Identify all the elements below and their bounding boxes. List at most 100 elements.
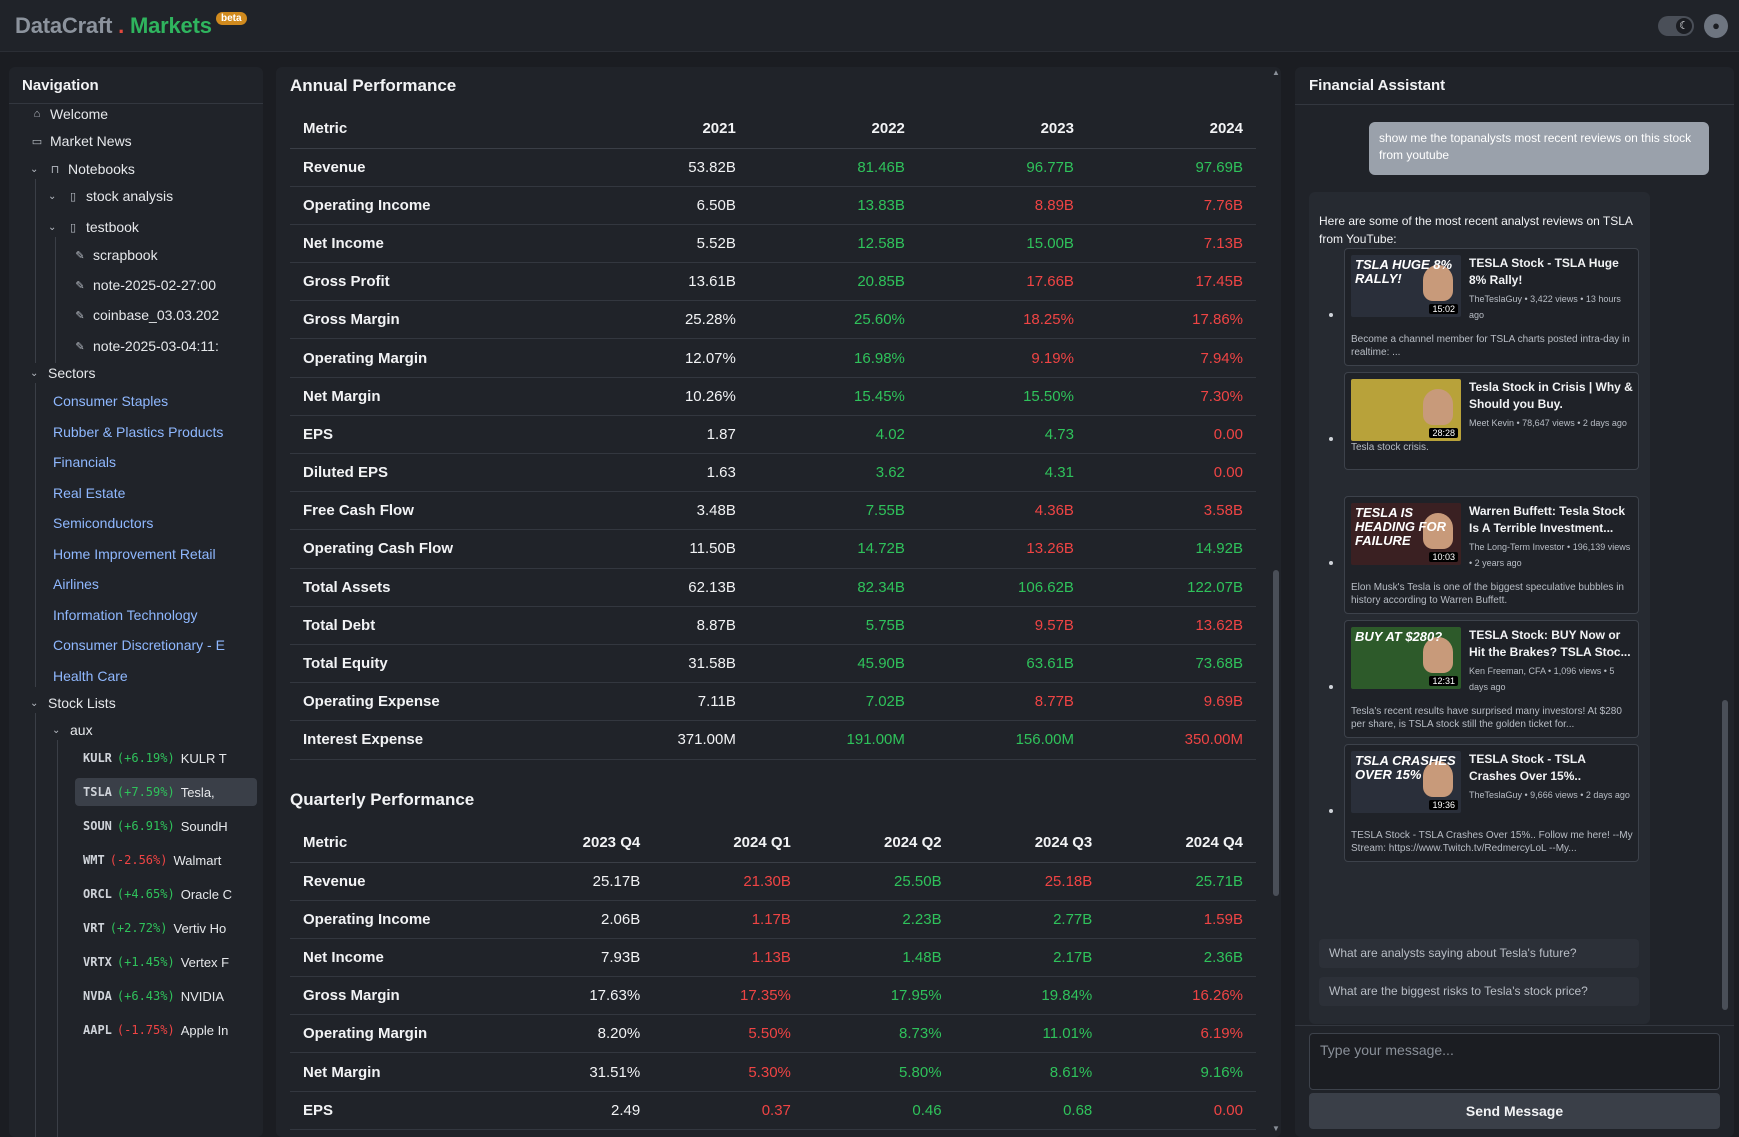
- tree-line: [55, 237, 56, 363]
- main-scrollbar[interactable]: [1273, 570, 1279, 896]
- suggestion-chip[interactable]: What are analysts saying about Tesla's f…: [1319, 939, 1639, 968]
- metric-value: 2.23B: [803, 900, 955, 939]
- sector-link[interactable]: Rubber & Plastics Products: [53, 424, 237, 440]
- metric-value: 14.72B: [748, 529, 918, 569]
- metric-value: 8.61%: [954, 1052, 1106, 1092]
- metric-value: 25.28%: [579, 300, 749, 340]
- metric-value: 17.66B: [917, 262, 1087, 302]
- table-row: Total Debt 8.87B 5.75B 9.57B 13.62B: [290, 606, 1256, 645]
- stock-list-item[interactable]: WMT (-2.56%) Walmart: [75, 846, 257, 874]
- sector-link[interactable]: Financials: [53, 454, 237, 470]
- nav-item-aux[interactable]: ⌄ aux: [52, 722, 93, 738]
- stock-name: Apple In: [180, 1022, 229, 1038]
- user-icon[interactable]: ●: [1704, 14, 1728, 38]
- video-card[interactable]: TESLA IS HEADING FOR FAILURE 10:03 Warren …: [1344, 496, 1639, 614]
- sector-link[interactable]: Semiconductors: [53, 515, 237, 531]
- video-title[interactable]: TESLA Stock: BUY Now or Hit the Brakes? …: [1469, 627, 1635, 661]
- video-thumbnail[interactable]: TESLA IS HEADING FOR FAILURE 10:03: [1351, 503, 1461, 565]
- video-thumbnail[interactable]: TSLA HUGE 8% RALLY! 15:02: [1351, 255, 1461, 317]
- metric-value: 15.00B: [917, 224, 1087, 264]
- metric-value: 15.50%: [917, 377, 1087, 416]
- metric-value: 17.45B: [1086, 262, 1256, 302]
- sector-link[interactable]: Health Care: [53, 668, 237, 684]
- nav-item-label: Sectors: [48, 365, 96, 381]
- video-card[interactable]: 28:28 Tesla Stock in Crisis | Why & Shoul…: [1344, 372, 1639, 470]
- metric-value: 45.90B: [748, 644, 918, 684]
- video-title[interactable]: Warren Buffett: Tesla Stock Is A Terribl…: [1469, 503, 1635, 537]
- sector-link[interactable]: Home Improvement Retail: [53, 546, 237, 562]
- nav-item-stock-lists[interactable]: ⌄ Stock Lists: [30, 695, 116, 711]
- metric-value: 2.49: [502, 1091, 654, 1130]
- metric-value: 9.69B: [1086, 682, 1256, 722]
- note-item[interactable]: ✎ note-2025-03-04:11:: [73, 338, 219, 354]
- note-label: note-2025-03-04:11:: [93, 338, 219, 354]
- stock-list-item[interactable]: VRTX (+1.45%) Vertex F: [75, 948, 257, 976]
- metric-value: 1.17B: [653, 900, 804, 939]
- stock-list-item[interactable]: KULR (+6.19%) KULR T: [75, 744, 257, 772]
- sector-link[interactable]: Real Estate: [53, 485, 237, 501]
- video-title[interactable]: Tesla Stock in Crisis | Why & Should you…: [1469, 379, 1635, 413]
- metric-value: 25.60%: [748, 300, 918, 340]
- tree-line: [57, 740, 58, 1137]
- nav-item-testbook[interactable]: ⌄ ▯ testbook: [48, 219, 139, 235]
- send-message-button[interactable]: Send Message: [1309, 1093, 1720, 1129]
- table-row: EPS 1.87 4.02 4.73 0.00: [290, 415, 1256, 455]
- assistant-scrollbar[interactable]: [1722, 700, 1728, 1010]
- note-item[interactable]: ✎ coinbase_03.03.202: [73, 307, 219, 323]
- metric-value: 7.02B: [748, 682, 918, 722]
- table-row: Total Equity 31.58B 45.90B 63.61B 73.68B: [290, 644, 1256, 684]
- video-thumbnail[interactable]: TSLA CRASHES OVER 15% 19:36: [1351, 751, 1461, 813]
- metric-value: 15.45%: [748, 377, 918, 416]
- stock-list-item[interactable]: VRT (+2.72%) Vertiv Ho: [75, 914, 257, 942]
- table-row: Operating Income 2.06B 1.17B 2.23B 2.77B 1.59…: [290, 900, 1256, 939]
- stock-list-item[interactable]: AAPL (-1.75%) Apple In: [75, 1016, 257, 1044]
- message-input[interactable]: [1309, 1033, 1720, 1090]
- table-row: Gross Margin 25.28% 25.60% 18.25% 17.86%: [290, 300, 1256, 340]
- note-item[interactable]: ✎ scrapbook: [73, 247, 158, 263]
- theme-toggle[interactable]: ☾: [1658, 16, 1694, 36]
- nav-item-stock-analysis[interactable]: ⌄ ▯ stock analysis: [48, 188, 173, 204]
- scroll-down-arrow[interactable]: ▼: [1272, 1124, 1280, 1133]
- stock-list-item[interactable]: ORCL (+4.65%) Oracle C: [75, 880, 257, 908]
- table-row: Free Cash Flow 3.48B 7.55B 4.36B 3.58B: [290, 491, 1256, 531]
- metric-value: 4.73: [917, 415, 1087, 455]
- nav-item-sectors[interactable]: ⌄ Sectors: [30, 365, 95, 381]
- financial-assistant-panel: Financial Assistant show me the topanaly…: [1295, 67, 1734, 1137]
- video-thumbnail[interactable]: BUY AT $280? 12:31: [1351, 627, 1461, 689]
- sector-link[interactable]: Airlines: [53, 576, 237, 592]
- video-title[interactable]: TESLA Stock - TSLA Crashes Over 15%..: [1469, 751, 1635, 785]
- nav-item-notebooks[interactable]: ⌄ ⊓ Notebooks: [30, 161, 135, 177]
- video-thumbnail[interactable]: 28:28: [1351, 379, 1461, 441]
- metric-value: 81.46B: [748, 148, 918, 187]
- stock-change: (+6.43%): [116, 989, 175, 1003]
- note-label: coinbase_03.03.202: [93, 307, 220, 323]
- video-description: TESLA Stock - TSLA Crashes Over 15%.. Fo…: [1351, 830, 1633, 854]
- metric-value: 0.00: [1105, 1091, 1256, 1130]
- video-card[interactable]: TSLA HUGE 8% RALLY! 15:02 TESLA Stock - TS…: [1344, 248, 1639, 366]
- nav-item-welcome[interactable]: ⌂ Welcome: [30, 106, 108, 122]
- stock-change: (+4.65%): [116, 887, 175, 901]
- metric-value: 6.19%: [1105, 1014, 1256, 1054]
- presenter-image: [1423, 389, 1453, 425]
- video-title[interactable]: TESLA Stock - TSLA Huge 8% Rally!: [1469, 255, 1635, 289]
- note-label: scrapbook: [93, 247, 158, 263]
- metric-value: 7.11B: [579, 682, 749, 722]
- sector-link[interactable]: Consumer Staples: [53, 393, 237, 409]
- stock-list-item[interactable]: NVDA (+6.43%) NVIDIA: [75, 982, 257, 1010]
- stock-list-item[interactable]: SOUN (+6.91%) SoundH: [75, 812, 257, 840]
- metric-value: 7.30%: [1086, 377, 1256, 416]
- column-header-period: 2021: [579, 110, 749, 149]
- suggestion-chip[interactable]: What are the biggest risks to Tesla's st…: [1319, 977, 1639, 1006]
- table-row: EPS 2.49 0.37 0.46 0.68 0.00: [290, 1091, 1256, 1130]
- tree-line: [35, 713, 36, 1137]
- annual-performance-table: Metric 2021 2022 2023 2024 Revenue 53.82B 81.4…: [290, 110, 1256, 760]
- video-card[interactable]: TSLA CRASHES OVER 15% 19:36 TESLA Stock - …: [1344, 744, 1639, 862]
- nav-item-market-news[interactable]: ▭ Market News: [30, 133, 132, 149]
- sector-link[interactable]: Consumer Discretionary - E: [53, 637, 237, 653]
- sector-link[interactable]: Information Technology: [53, 607, 237, 623]
- video-card[interactable]: BUY AT $280? 12:31 TESLA Stock: BUY Now or…: [1344, 620, 1639, 738]
- brand-logo[interactable]: DataCraft . Markets: [15, 13, 212, 39]
- note-item[interactable]: ✎ note-2025-02-27:00: [73, 277, 216, 293]
- stock-list-item-selected[interactable]: TSLA (+7.59%) Tesla,: [75, 778, 257, 806]
- scroll-up-arrow[interactable]: ▲: [1272, 68, 1280, 77]
